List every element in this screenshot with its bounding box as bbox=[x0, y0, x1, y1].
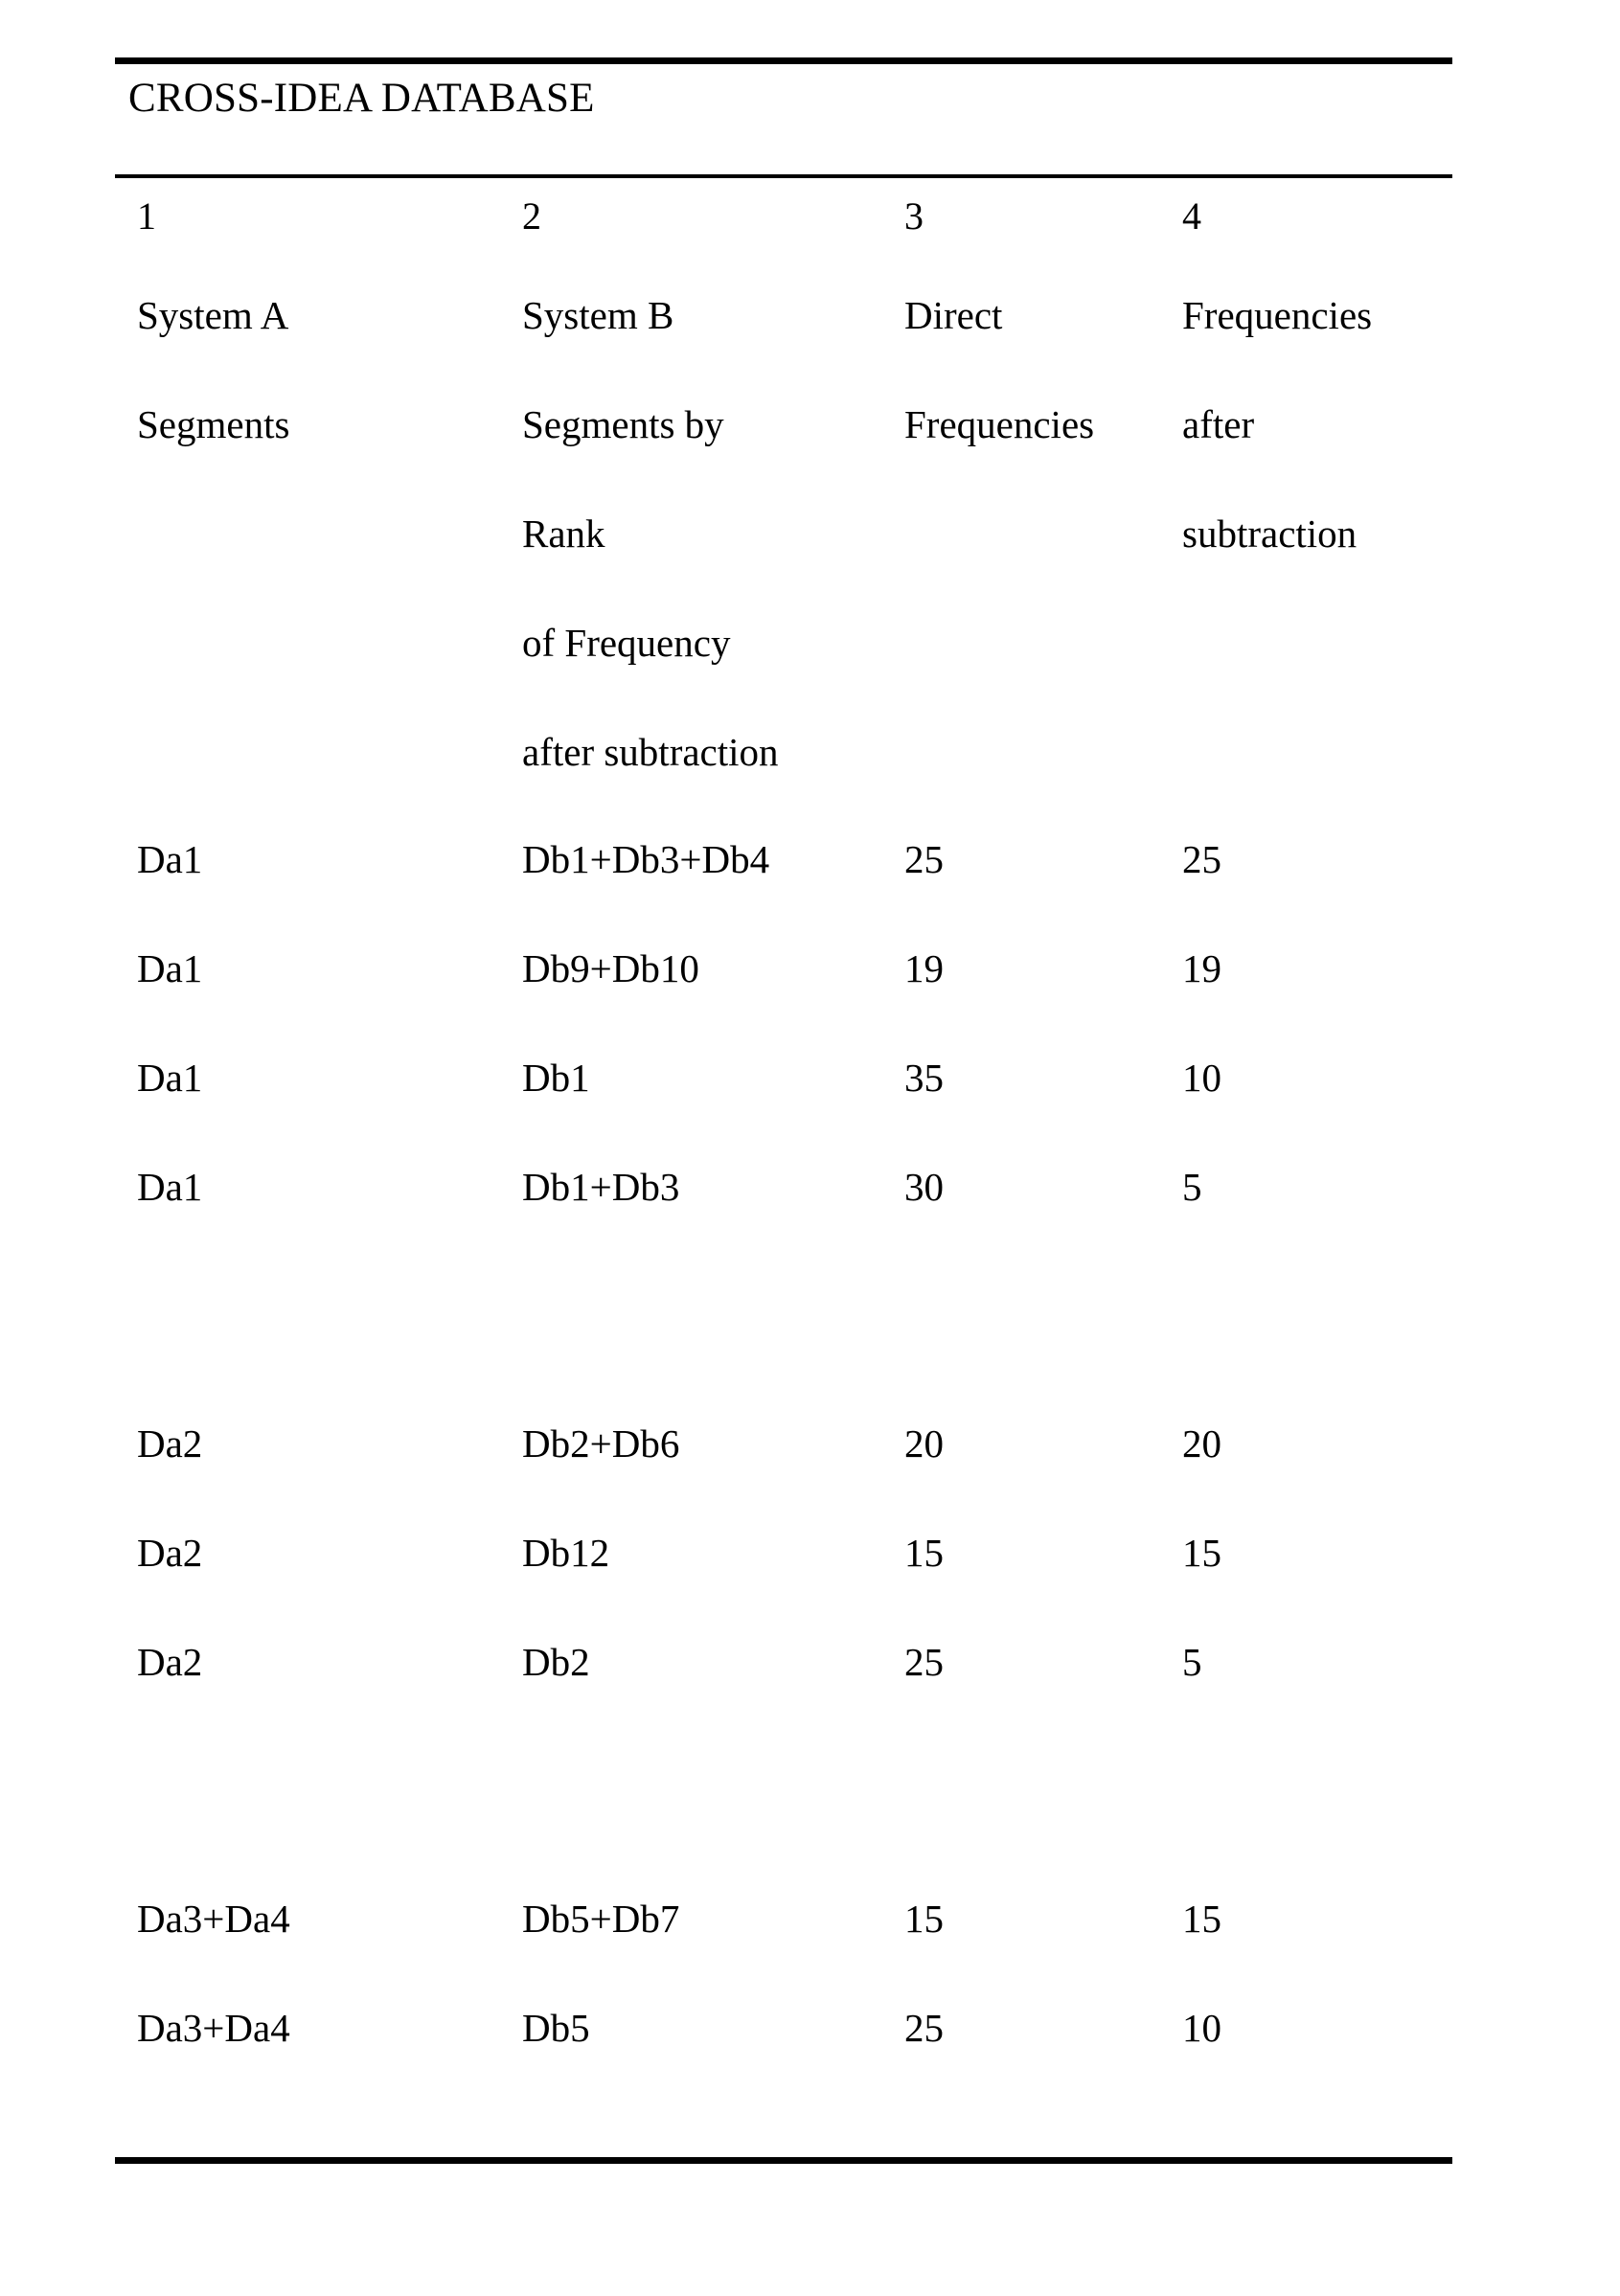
column-4-header-line-3: subtraction bbox=[1182, 511, 1358, 556]
table-row: 35 bbox=[904, 1056, 944, 1100]
page-title: CROSS-IDEA DATABASE bbox=[128, 76, 595, 121]
column-number-1: 1 bbox=[137, 194, 156, 238]
table-row: Db5 bbox=[522, 2005, 590, 2050]
table-header-rule bbox=[115, 174, 1452, 178]
table-row: Db1+Db3+Db4 bbox=[522, 837, 770, 881]
column-2-header-line-2: Segments by bbox=[522, 402, 724, 446]
table-row: 25 bbox=[904, 837, 944, 881]
table-row: 19 bbox=[1182, 946, 1221, 990]
column-number-2: 2 bbox=[522, 194, 541, 238]
table-row: Da2 bbox=[137, 1530, 203, 1575]
table-row: Db5+Db7 bbox=[522, 1896, 680, 1941]
column-2-header-line-4: of Frequency bbox=[522, 621, 731, 665]
table-row: Da2 bbox=[137, 1639, 203, 1684]
table-row: 15 bbox=[904, 1530, 944, 1575]
table-row: Da1 bbox=[137, 1056, 203, 1100]
column-2-header-line-1: System B bbox=[522, 293, 674, 337]
table-row: Da1 bbox=[137, 837, 203, 881]
column-1-header-line-2: Segments bbox=[137, 402, 290, 446]
table-row: Da1 bbox=[137, 946, 203, 990]
table-row: Da3+Da4 bbox=[137, 1896, 290, 1941]
table-row: 5 bbox=[1182, 1639, 1202, 1684]
document-page: CROSS-IDEA DATABASE 1 2 3 4 System A Seg… bbox=[0, 0, 1620, 2296]
table-bottom-rule bbox=[115, 2157, 1452, 2164]
table-row: 10 bbox=[1182, 2005, 1221, 2050]
column-number-3: 3 bbox=[904, 194, 924, 238]
table-row: Da2 bbox=[137, 1421, 203, 1466]
table-row: 25 bbox=[1182, 837, 1221, 881]
table-row: 25 bbox=[904, 1639, 944, 1684]
table-top-rule bbox=[115, 57, 1452, 64]
table-row: Db2+Db6 bbox=[522, 1421, 680, 1466]
column-3-header-line-2: Frequencies bbox=[904, 402, 1095, 446]
table-row: Db1 bbox=[522, 1056, 590, 1100]
table-row: 15 bbox=[904, 1896, 944, 1941]
table-row: 20 bbox=[904, 1421, 944, 1466]
table-row: 19 bbox=[904, 946, 944, 990]
table-row: Da1 bbox=[137, 1165, 203, 1209]
table-row: 30 bbox=[904, 1165, 944, 1209]
table-row: 20 bbox=[1182, 1421, 1221, 1466]
table-row: Db12 bbox=[522, 1530, 610, 1575]
column-4-header-line-2: after bbox=[1182, 402, 1255, 446]
column-1-header-line-1: System A bbox=[137, 293, 289, 337]
table-row: Db2 bbox=[522, 1639, 590, 1684]
column-3-header-line-1: Direct bbox=[904, 293, 1003, 337]
table-row: 25 bbox=[904, 2005, 944, 2050]
table-row: Db9+Db10 bbox=[522, 946, 699, 990]
column-4-header-line-1: Frequencies bbox=[1182, 293, 1373, 337]
column-2-header-line-5: after subtraction bbox=[522, 730, 779, 774]
table-row: 15 bbox=[1182, 1896, 1221, 1941]
column-number-4: 4 bbox=[1182, 194, 1201, 238]
column-2-header-line-3: Rank bbox=[522, 511, 605, 556]
table-row: Db1+Db3 bbox=[522, 1165, 680, 1209]
table-row: 15 bbox=[1182, 1530, 1221, 1575]
table-row: 5 bbox=[1182, 1165, 1202, 1209]
table-row: 10 bbox=[1182, 1056, 1221, 1100]
table-row: Da3+Da4 bbox=[137, 2005, 290, 2050]
